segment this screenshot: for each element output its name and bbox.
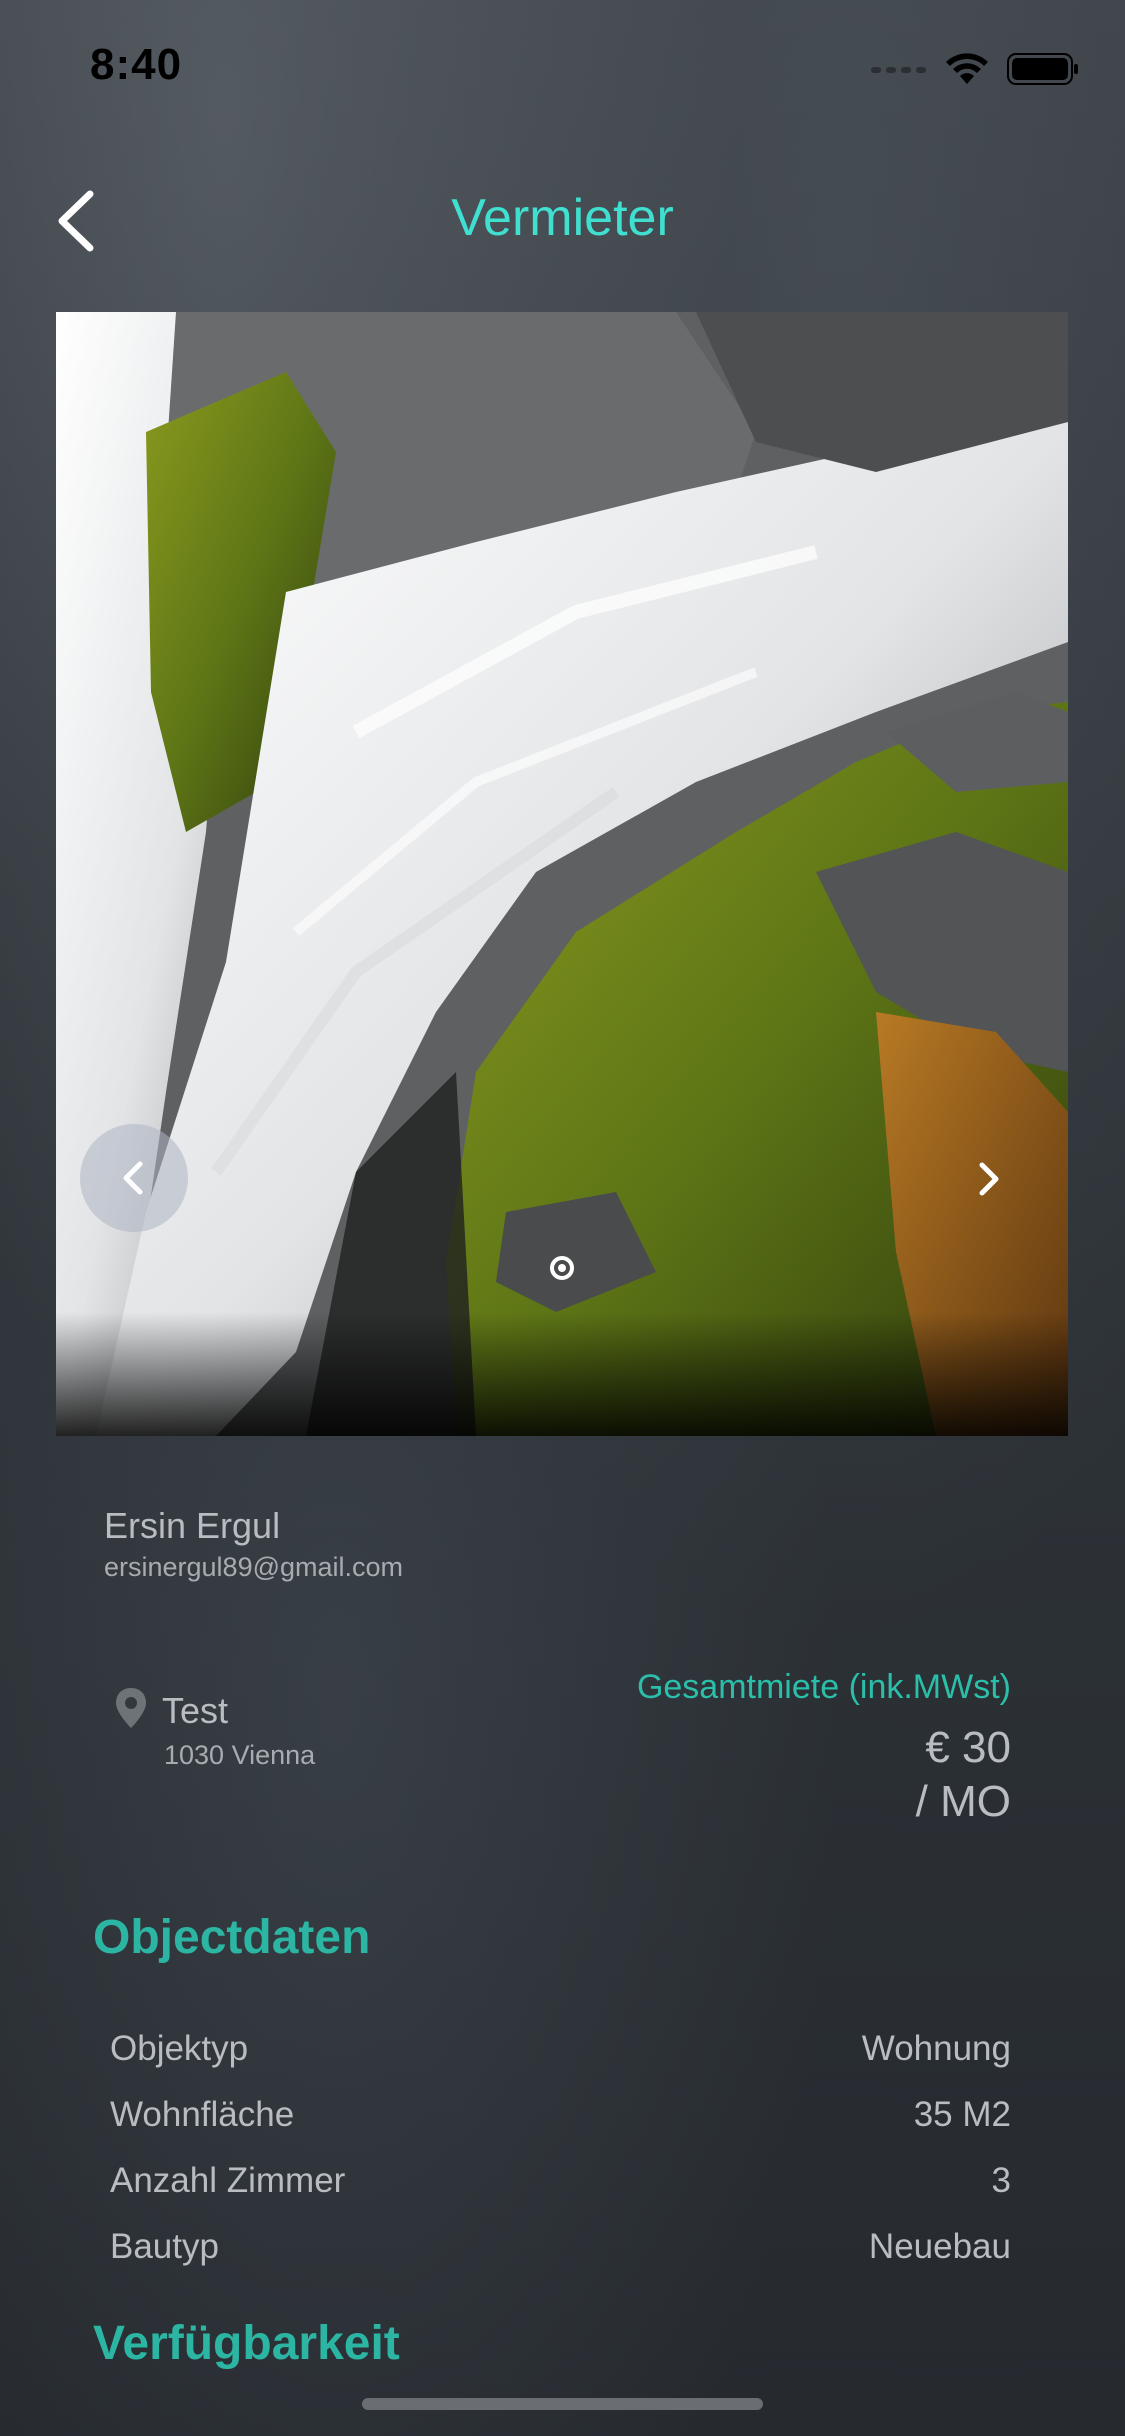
detail-label: Objektyp <box>110 2029 249 2068</box>
carousel-page-indicator[interactable] <box>550 1256 574 1280</box>
status-time: 8:40 <box>90 40 183 89</box>
location: Test 1030 Vienna <box>112 1684 512 1784</box>
chevron-left-icon <box>123 1161 143 1195</box>
availability-heading: Verfügbarkeit <box>93 2317 400 2370</box>
owner-info: Ersin Ergul ersinergul89@gmail.com <box>104 1504 403 1583</box>
status-bar: 8:40 <box>0 0 1125 132</box>
rent-info: Gesamtmiete (ink.MWst) € 30 / MO <box>637 1668 1011 1829</box>
detail-row-building-type: Bautyp Neuebau <box>110 2214 1011 2280</box>
location-city: 1030 Vienna <box>164 1740 316 1770</box>
rent-label: Gesamtmiete (ink.MWst) <box>636 1668 1011 1706</box>
location-pin-icon <box>116 1688 146 1728</box>
detail-label: Wohnfläche <box>110 2095 295 2134</box>
image-carousel[interactable] <box>56 312 1068 1436</box>
carousel-next-button[interactable] <box>958 1142 1018 1216</box>
status-icons <box>871 52 1079 86</box>
detail-row-room-count: Anzahl Zimmer 3 <box>110 2148 1011 2214</box>
owner-email[interactable]: ersinergul89@gmail.com <box>104 1552 403 1583</box>
location-name: Test <box>162 1690 229 1731</box>
detail-label: Bautyp <box>110 2227 219 2266</box>
wifi-icon <box>946 53 988 84</box>
nav-bar: Vermieter <box>0 170 1125 270</box>
detail-row-living-area: Wohnfläche 35 M2 <box>110 2082 1011 2148</box>
detail-value: Wohnung <box>861 2029 1011 2068</box>
detail-value: 35 M2 <box>913 2095 1011 2134</box>
detail-row-object-type: Objektyp Wohnung <box>110 2016 1011 2082</box>
page-title: Vermieter <box>451 189 674 247</box>
carousel-prev-button[interactable] <box>80 1124 188 1232</box>
signal-icon <box>871 67 926 73</box>
chevron-right-icon <box>979 1162 999 1196</box>
detail-label: Anzahl Zimmer <box>110 2161 346 2200</box>
battery-icon <box>1007 53 1078 85</box>
object-data-heading: Objectdaten <box>93 1911 371 1964</box>
detail-value: Neuebau <box>868 2227 1011 2266</box>
object-data-list: Objektyp Wohnung Wohnfläche 35 M2 Anzahl… <box>110 2016 1011 2280</box>
rent-amount: € 30 <box>925 1723 1011 1772</box>
rent-unit: / MO <box>915 1777 1011 1826</box>
home-indicator[interactable] <box>362 2398 763 2410</box>
detail-value: 3 <box>991 2161 1011 2200</box>
owner-name: Ersin Ergul <box>104 1505 281 1546</box>
